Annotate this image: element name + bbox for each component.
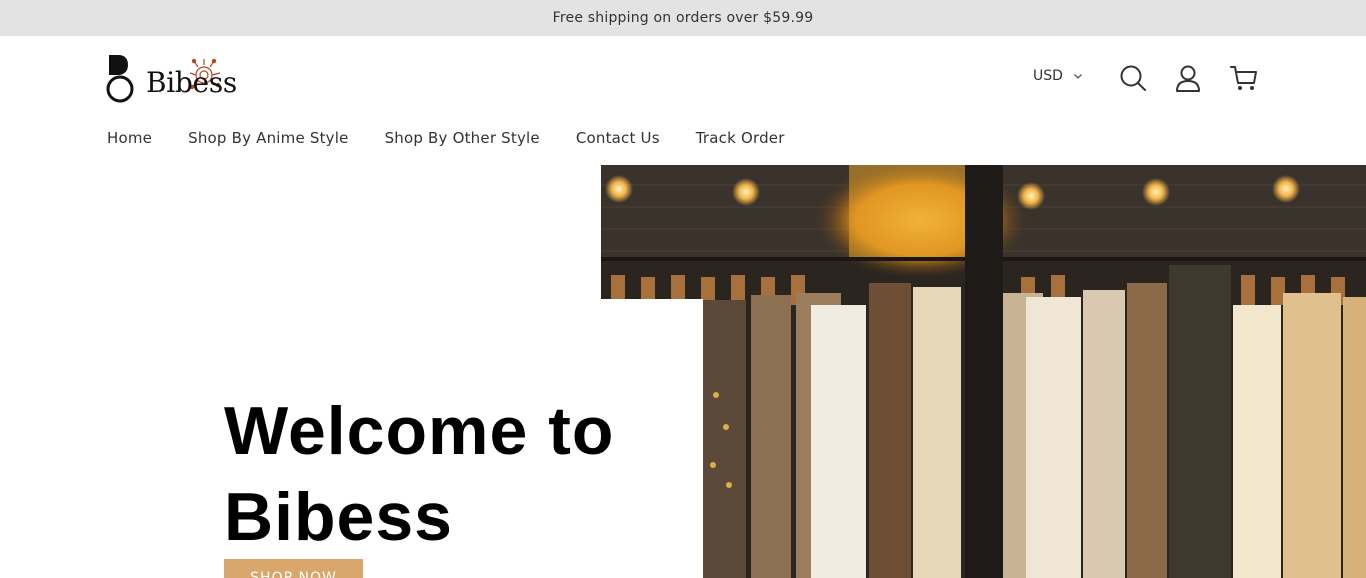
logo-mark-ring	[106, 75, 134, 103]
nav-item-track-order[interactable]: Track Order	[696, 129, 785, 147]
hero-title: Welcome to Bibess	[224, 393, 615, 555]
currency-selector[interactable]: USD	[1033, 68, 1083, 84]
chevron-down-icon	[1073, 74, 1082, 79]
search-icon	[1120, 65, 1146, 91]
currency-label: USD	[1033, 68, 1063, 84]
cart-button[interactable]	[1229, 63, 1259, 93]
account-button[interactable]	[1173, 63, 1203, 93]
announcement-text: Free shipping on orders over $59.99	[552, 10, 814, 26]
nav-item-home[interactable]: Home	[107, 129, 152, 147]
nav-item-contact-us[interactable]: Contact Us	[576, 129, 660, 147]
shop-now-button[interactable]: SHOP NOW	[224, 559, 363, 578]
cart-icon	[1230, 66, 1257, 90]
search-button[interactable]	[1118, 63, 1148, 93]
account-icon	[1176, 65, 1200, 92]
announcement-bar: Free shipping on orders over $59.99	[0, 0, 1366, 36]
hero-image	[601, 165, 1366, 578]
main-nav: Home Shop By Anime Style Shop By Other S…	[107, 129, 785, 147]
logo-text[interactable]: Bibess	[146, 66, 237, 99]
nav-item-shop-by-other-style[interactable]: Shop By Other Style	[385, 129, 540, 147]
nav-item-shop-by-anime-style[interactable]: Shop By Anime Style	[188, 129, 348, 147]
logo-mark-top	[109, 55, 128, 75]
